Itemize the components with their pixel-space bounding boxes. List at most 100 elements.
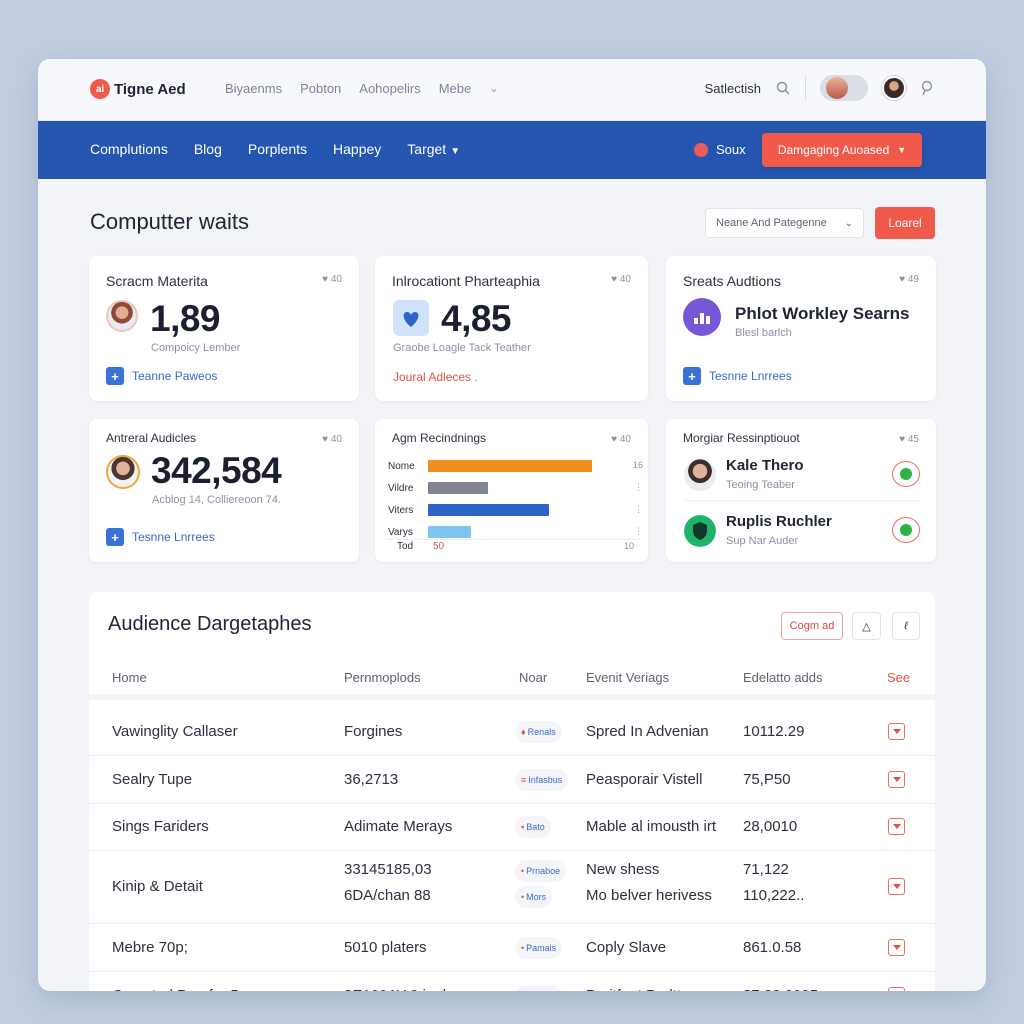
row-dropdown-icon[interactable] [888,771,905,788]
table-action-button[interactable]: Cogm ad [781,612,843,640]
card-title: Sreats Audtions [683,273,782,289]
status-dot-icon [694,142,708,157]
status-toggle[interactable] [892,461,920,487]
app-window: ai Tigne Aed Biyaenms Pobton Aohopelirs … [38,59,986,991]
table-row[interactable]: Vawinglity Callaser Forgines ♦ Renals Spred … [89,708,935,756]
logo[interactable]: ai Tigne Aed [90,79,186,99]
chart-icon [683,298,721,336]
top-nav-item[interactable]: Mebe [439,81,472,96]
card-meta[interactable]: ♥ 40 [322,434,342,445]
tag-label: Bato [526,822,545,832]
tag-label: Infasbus [528,775,563,785]
top-nav-item[interactable]: Pobton [300,81,341,96]
card-link[interactable]: + Teanne Paweos [106,367,217,385]
chart-end-label: 16 [632,460,643,470]
card-meta[interactable]: ♥ 49 [899,274,919,285]
cell-event: Coply Slave [586,939,667,956]
cell-amount: 861.0.58 [743,939,802,956]
row-dropdown-icon[interactable] [888,818,905,835]
chart-footer-end: 10 [623,541,634,551]
table-row[interactable]: Sings Fariders Adimate Merays ▪ Bato Mable a… [89,803,935,851]
table-row[interactable]: Sealry Tupe 36,2713 ≡ Infasbus Peasporair Vi… [89,756,935,804]
table-title: Audience Dargetaphes [108,613,312,635]
column-header[interactable]: Pernmoplods [344,670,421,685]
header-right-label[interactable]: Satlectish [705,81,761,96]
card-headline: Phlot Workley Searns [735,304,910,323]
main-nav-item-target[interactable]: Target ▼ [407,141,460,157]
top-nav-item[interactable]: Biyaenms [225,81,282,96]
table-row[interactable]: Mebre 70p; 5010 platers • Pamals Coply Slave… [89,924,935,972]
filter-select[interactable]: Neane And Pategenne ⌄ [705,208,864,238]
card-link[interactable]: + Tesnne Lnrrees [106,528,215,546]
chart-bar-row: Vildre ⋮ [387,477,643,499]
cell-event: New shess [586,861,660,878]
status-toggle[interactable] [892,517,920,543]
divider [805,75,806,101]
row-dropdown-icon[interactable] [888,939,905,956]
table-row[interactable]: Kinip & Detait 33145185,03 6DA/chan 88 • Prn… [89,850,935,924]
tag-icon: • [521,866,525,876]
cell-name: Vawinglity Callaser [112,723,238,740]
card-meta[interactable]: ♥ 40 [611,274,631,285]
card-meta[interactable]: ♥ 45 [899,434,919,445]
card-link[interactable]: + Tesnne Lnrrees [683,367,792,385]
cell-event: Peasporair Vistell [586,771,703,788]
chart-bar[interactable] [428,460,592,472]
column-header[interactable]: Home [112,670,147,685]
cell-value: 8E100AY 9 inol [344,987,446,991]
column-header[interactable]: Evenit Veriags [586,670,669,685]
list-item[interactable]: Ruplis Ruchler Sup Nar Auder [684,511,920,553]
chevron-down-icon[interactable]: ⌄ [489,82,498,95]
stat-value: 4,85 [441,298,512,339]
column-header[interactable]: See [887,670,910,685]
tag-badge: ♦ Renals [515,721,562,743]
list-item[interactable]: Kale Thero Teoing Teaber [684,455,920,501]
cell-amount: 28,0010 [743,818,798,835]
main-nav-item[interactable]: Happey [333,141,381,157]
tag-icon: • [521,943,525,953]
chart-bar[interactable] [428,482,488,494]
card-meta[interactable]: ♥ 40 [611,434,631,445]
table-row[interactable]: Carvated Pronfer 5 8E100AY 9 inol Ogliltin… [89,972,935,991]
location-pin-icon[interactable] [920,80,934,96]
primary-button[interactable]: Loarel [875,207,935,239]
page-title: Computter waits [90,209,249,234]
cell-amount: 10112.29 [743,723,805,740]
status-indicator[interactable]: Soux [694,142,746,157]
cell-name: Carvated Pronfer 5 [112,987,239,991]
edit-icon[interactable]: ℓ [892,612,920,640]
person-name: Ruplis Ruchler [726,513,832,530]
stat-card: Scracm Materita ♥ 40 1,89 Compoicy Lembe… [89,256,359,401]
primary-dropdown-button[interactable]: Damgaging Auoased ▼ [762,133,922,167]
row-dropdown-icon[interactable] [888,987,905,991]
cell-amount: 71,122 [743,861,789,878]
main-nav-item[interactable]: Porplents [248,141,307,157]
card-meta[interactable]: ♥ 40 [322,274,342,285]
stat-card: Antreral Audicles ♥ 40 342,584 Acblog 14… [89,419,359,562]
main-nav-item[interactable]: Blog [194,141,222,157]
cell-value: 33145185,03 [344,861,432,878]
card-link[interactable]: Joural Adleces . [393,370,478,384]
search-icon[interactable] [775,80,791,96]
chart-bar[interactable] [428,504,549,516]
main-nav: Complutions Blog Porplents Happey Target… [38,121,986,179]
tag-label: Renals [527,727,556,737]
column-header[interactable]: Edelatto adds [743,670,823,685]
chevron-down-icon: ▼ [897,145,907,155]
tag-badge: • Pamals [515,937,563,959]
person-name: Kale Thero [726,457,804,474]
avatar[interactable] [882,76,906,100]
avatar [106,300,138,332]
lock-icon[interactable]: △ [852,612,881,640]
chart-bar-row: Viters ⋮ [387,499,643,521]
stat-card: Sreats Audtions ♥ 49 Phlot Workley Searn… [666,256,936,401]
chart-bar[interactable] [428,526,471,538]
row-dropdown-icon[interactable] [888,723,905,740]
avatar [684,459,716,491]
main-nav-item[interactable]: Complutions [90,141,168,157]
user-avatar-pill[interactable] [820,75,868,101]
cell-event: Mo belver herivess [586,887,712,904]
top-nav-item[interactable]: Aohopelirs [359,81,420,96]
row-dropdown-icon[interactable] [888,878,905,895]
column-header[interactable]: Noar [519,670,547,685]
